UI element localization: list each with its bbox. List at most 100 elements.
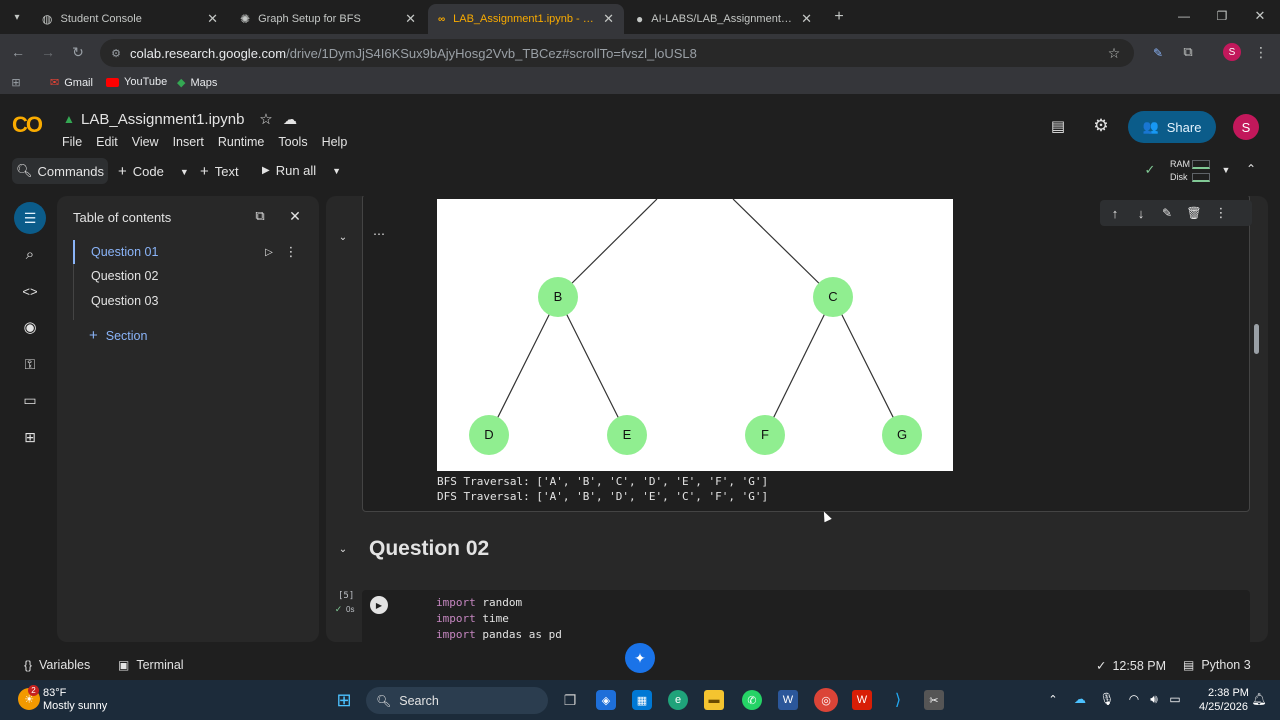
variables-inspector-icon[interactable]: ◉ [20,317,40,337]
menu-runtime[interactable]: Runtime [218,135,265,149]
toc-item-question-03[interactable]: Question 03 [91,294,158,308]
gemini-button[interactable]: ✦ [625,643,655,673]
tab-graph-setup[interactable]: ✺ Graph Setup for BFS ✕ [230,4,426,34]
toc-item-question-01[interactable]: Question 01 [91,245,158,259]
resource-meter[interactable]: RAM Disk [1170,158,1214,184]
forward-icon[interactable]: → [40,44,56,60]
edge-icon[interactable]: e [668,690,688,710]
bookmark-youtube[interactable]: YouTube [106,76,167,88]
menu-tools[interactable]: Tools [278,135,307,149]
reload-icon[interactable]: ↻ [70,44,86,60]
bookmark-gmail[interactable]: ✉ Gmail [50,76,93,90]
runtime-dropdown-icon[interactable]: ▼ [1220,164,1232,176]
tab-github[interactable]: ● AI-LABS/LAB_Assignment1.ipynb ✕ [626,4,822,34]
extension-pin-icon[interactable]: ✎ [1150,45,1166,61]
run-cell-button[interactable]: ▶ [370,596,388,614]
widgets-icon[interactable]: ◈ [596,690,616,710]
close-window-icon[interactable]: ✕ [1252,8,1268,24]
battery-icon[interactable]: ▭ [1166,692,1184,706]
commands-button[interactable]: 🔍︎ Commands [12,158,108,184]
chrome-menu-icon[interactable]: ⋮ [1254,44,1268,60]
output-menu-icon[interactable]: ⋯ [371,227,387,241]
code-cell-question-02[interactable]: ▶ import random import time import panda… [362,590,1250,642]
move-down-icon[interactable]: ↓ [1134,205,1148,221]
menu-insert[interactable]: Insert [173,135,204,149]
menu-file[interactable]: File [62,135,82,149]
data-table-icon[interactable]: ⊞ [20,427,40,447]
menu-view[interactable]: View [132,135,159,149]
extensions-icon[interactable]: ⧉ [1180,44,1196,60]
add-text-button[interactable]: + Text [200,163,239,180]
minimize-icon[interactable]: — [1176,8,1192,24]
bookmark-star-icon[interactable]: ☆ [1106,45,1122,61]
cloud-icon[interactable]: ☁ [281,111,299,127]
user-avatar[interactable]: S [1233,114,1259,140]
open-in-tab-icon[interactable]: ⧉ [251,208,269,224]
chrome-icon[interactable]: ◎ [814,688,838,712]
show-hidden-icons[interactable]: ⌃ [1046,692,1060,706]
new-tab-icon[interactable]: + [830,8,848,26]
close-tab-icon[interactable]: ✕ [801,11,812,27]
back-icon[interactable]: ← [10,44,26,60]
close-panel-icon[interactable]: ✕ [287,208,303,224]
notifications-icon[interactable]: 🔔︎ [1251,692,1266,706]
secrets-key-icon[interactable]: ⚿ [20,354,40,374]
chevron-down-icon[interactable]: ▼ [180,167,189,177]
whatsapp-icon[interactable]: ✆ [742,690,762,710]
maximize-icon[interactable]: ❐ [1214,8,1230,24]
files-folder-icon[interactable]: ▭ [20,390,40,410]
microphone-icon[interactable]: 🎙︎ [1099,692,1114,706]
menu-help[interactable]: Help [322,135,348,149]
move-up-icon[interactable]: ↑ [1108,205,1122,221]
bookmark-maps[interactable]: ◆ Maps [177,76,217,90]
edit-icon[interactable]: ✎ [1160,205,1174,221]
toc-item-question-02[interactable]: Question 02 [91,269,158,283]
add-section-button[interactable]: + Section [89,327,147,344]
find-icon[interactable]: ⌕ [20,244,40,264]
store-icon[interactable]: ▦ [632,690,652,710]
close-tab-icon[interactable]: ✕ [603,11,614,27]
windows-start-icon[interactable]: ⊞ [334,690,354,710]
run-section-icon[interactable]: ▷ [263,246,275,258]
toc-icon[interactable]: ☰ [14,202,46,234]
last-run-status[interactable]: ✓ 12:58 PM [1096,658,1166,674]
apps-grid-icon[interactable]: ⊞ [10,76,22,89]
tab-search-icon[interactable]: ▾ [8,9,26,25]
taskbar-search[interactable]: 🔍︎ Search [366,687,548,714]
cell-more-icon[interactable]: ⋮ [1214,205,1228,221]
settings-gear-icon[interactable]: ⚙ [1091,116,1111,136]
menu-edit[interactable]: Edit [96,135,118,149]
terminal-button[interactable]: ▣ Terminal [118,658,184,672]
code-snippets-icon[interactable]: <> [20,281,40,301]
star-icon[interactable]: ☆ [258,111,274,128]
colab-logo[interactable]: CO [12,112,43,138]
delete-icon[interactable]: 🗑︎ [1186,205,1201,221]
tab-student-console[interactable]: ◍ Student Console ✕ [32,4,228,34]
comments-icon[interactable]: ▤ [1048,117,1068,135]
word-icon[interactable]: W [778,690,798,710]
variables-button[interactable]: {} Variables [24,658,90,672]
profile-avatar[interactable]: S [1223,43,1241,61]
run-all-button[interactable]: ▶ Run all ▼ [262,163,341,178]
collapse-header-icon[interactable]: ⌃ [1244,162,1258,176]
wps-icon[interactable]: W [852,690,872,710]
site-info-icon[interactable]: ⚙ [108,45,124,61]
clock-date[interactable]: 4/25/2026 [1199,701,1248,713]
chevron-down-icon[interactable]: ▼ [332,166,341,176]
volume-icon[interactable]: 🔊︎ [1146,692,1162,706]
wifi-icon[interactable]: ◠ [1126,692,1142,706]
task-view-icon[interactable]: ❐ [560,690,580,710]
tab-colab[interactable]: ∞ LAB_Assignment1.ipynb - Colab ✕ [428,4,624,34]
clock-time[interactable]: 2:38 PM [1208,687,1249,699]
close-tab-icon[interactable]: ✕ [207,11,218,27]
share-button[interactable]: 👥 Share [1128,111,1216,143]
collapse-cell-icon[interactable]: ⌄ [336,230,350,244]
collapse-section-icon[interactable]: ⌄ [336,542,350,556]
onedrive-icon[interactable]: ☁ [1072,692,1088,706]
add-code-button[interactable]: + Code ▼ [118,163,189,180]
snipping-tool-icon[interactable]: ✂ [924,690,944,710]
runtime-status[interactable]: ▤ Python 3 [1183,658,1251,672]
more-options-icon[interactable]: ⋮ [285,244,298,259]
close-tab-icon[interactable]: ✕ [405,11,416,27]
address-bar[interactable]: ⚙ colab.research.google.com/drive/1DymJj… [100,39,1134,67]
